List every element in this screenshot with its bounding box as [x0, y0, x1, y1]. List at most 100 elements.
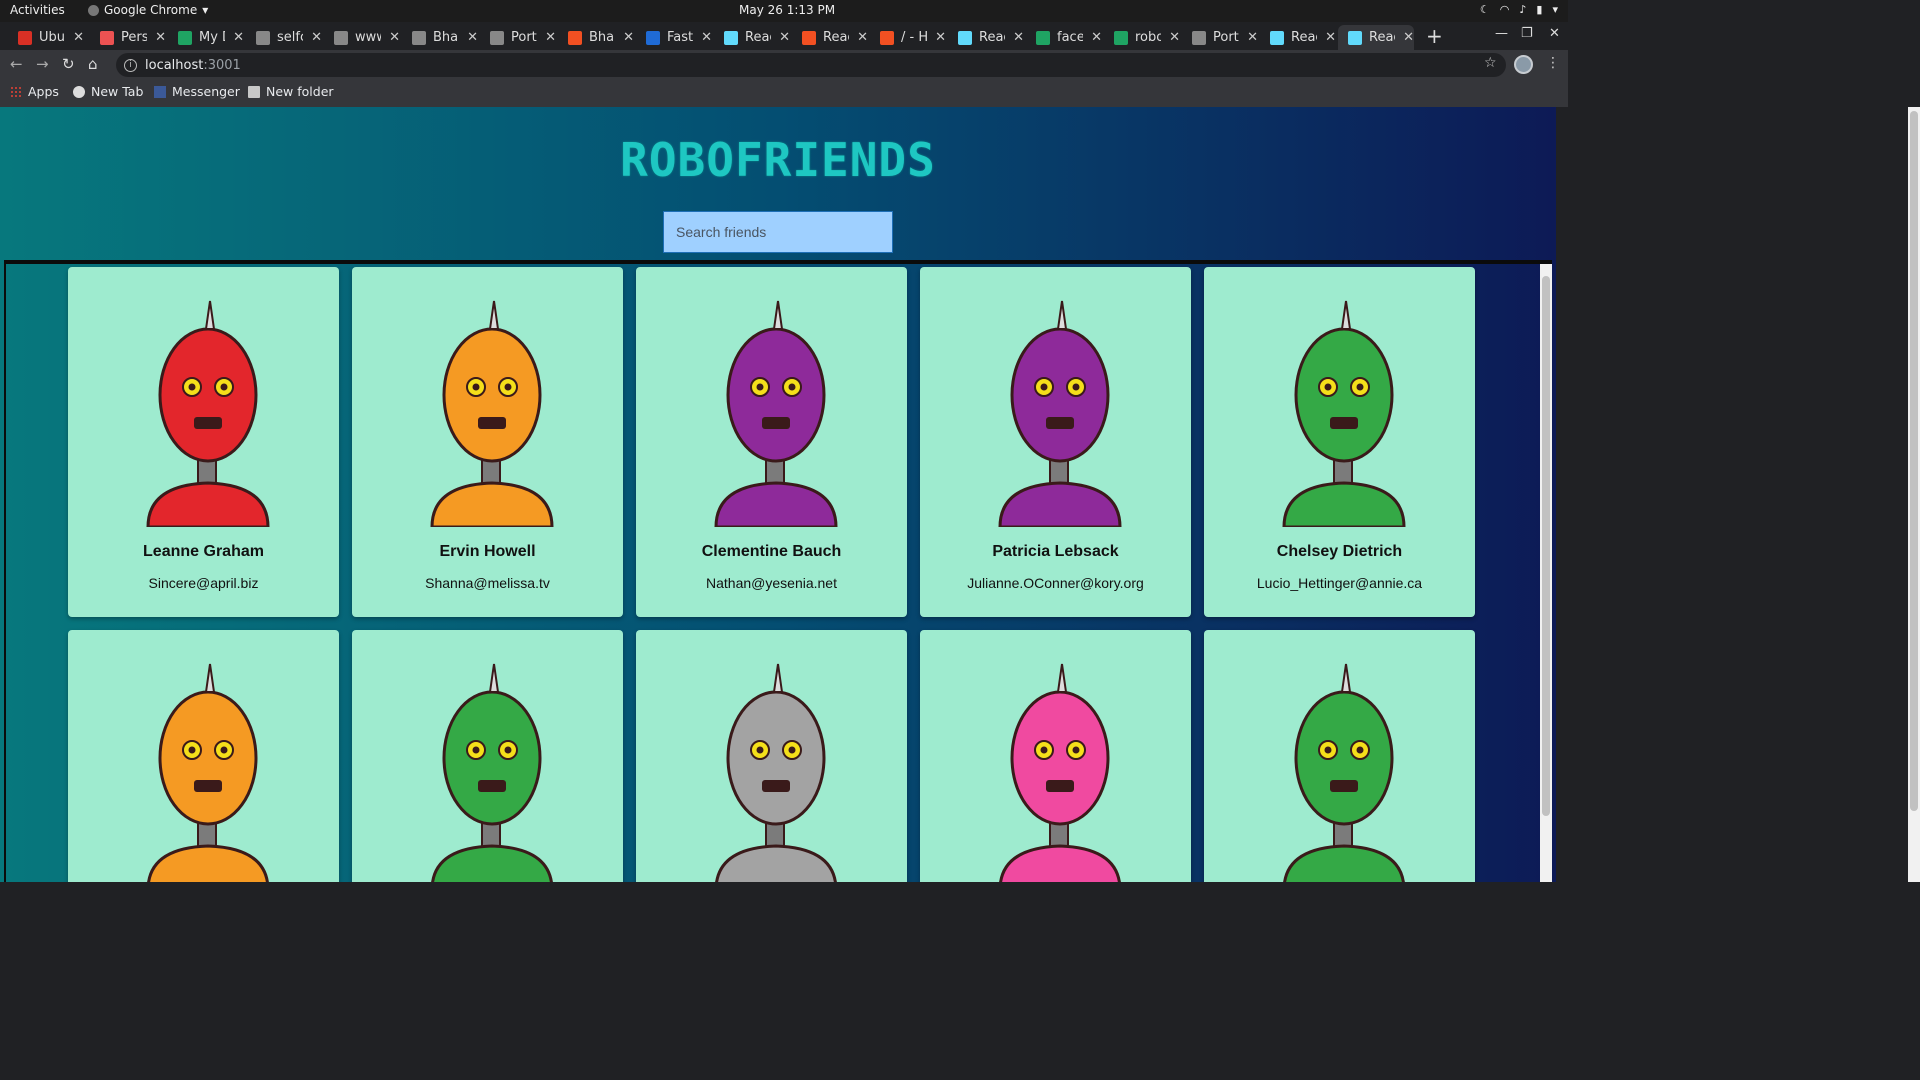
page-scrollbar-thumb[interactable] [1910, 111, 1918, 811]
tab-strip: Ubuntu✕Pers✕My D✕selfc✕www✕Bhar✕Port✕Bha… [0, 22, 1568, 50]
close-tab-icon[interactable]: ✕ [1247, 30, 1258, 45]
close-tab-icon[interactable]: ✕ [545, 30, 556, 45]
browser-tab[interactable]: Reac ✕ [714, 25, 790, 50]
browser-tab[interactable]: Reac ✕ [948, 25, 1024, 50]
back-button[interactable]: ← [10, 55, 23, 73]
robot-avatar [998, 300, 1122, 527]
app-menu[interactable]: Google Chrome ▾ [88, 3, 208, 17]
chrome-icon [88, 4, 99, 16]
close-tab-icon[interactable]: ✕ [623, 30, 634, 45]
browser-tab[interactable]: Bhar ✕ [402, 25, 478, 50]
app-menu-label: Google Chrome [104, 3, 198, 17]
restore-button[interactable]: ❐ [1521, 26, 1533, 41]
close-tab-icon[interactable]: ✕ [389, 30, 400, 45]
close-tab-icon[interactable]: ✕ [467, 30, 478, 45]
drive-icon [178, 30, 192, 45]
tab-title: Fast [667, 30, 694, 45]
more-menu-icon[interactable]: ⋮ [1546, 55, 1560, 71]
apps-grid-icon [10, 85, 22, 98]
bookmark-new-folder[interactable]: New folder [248, 84, 334, 99]
close-tab-icon[interactable]: ✕ [155, 30, 166, 45]
udemy-icon [100, 30, 114, 45]
close-tab-icon[interactable]: ✕ [311, 30, 322, 45]
browser-tab[interactable]: Bhar ✕ [558, 25, 634, 50]
browser-tab[interactable]: Port ✕ [480, 25, 556, 50]
robot-name: Clementine Bauch [701, 543, 842, 560]
robot-name: Patricia Lebsack [992, 543, 1119, 560]
robot-name: Ervin Howell [439, 543, 536, 560]
close-tab-icon[interactable]: ✕ [1013, 30, 1024, 45]
robot-card[interactable] [352, 630, 623, 882]
browser-tab[interactable]: Reac ✕ [1338, 25, 1414, 50]
browser-tab[interactable]: Reac ✕ [792, 25, 868, 50]
globe-icon [490, 30, 504, 45]
page-scrollbar[interactable] [1908, 107, 1920, 882]
robofriends-page: ROBOFRIENDS Leanne Graham Sincere@april.b… [0, 107, 1556, 882]
tab-title: Bhar [433, 30, 459, 45]
folder-icon [248, 85, 260, 98]
browser-tab[interactable]: Fast ✕ [636, 25, 712, 50]
browser-tab[interactable]: Reac ✕ [1260, 25, 1336, 50]
close-tab-icon[interactable]: ✕ [779, 30, 790, 45]
close-tab-icon[interactable]: ✕ [857, 30, 868, 45]
close-tab-icon[interactable]: ✕ [1169, 30, 1180, 45]
bookmark-label: New folder [266, 84, 334, 99]
card-list-scroll[interactable]: Leanne Graham Sincere@april.biz Ervin Howe… [4, 260, 1552, 882]
address-bar[interactable]: i localhost:3001 [116, 53, 1506, 77]
bookmark-star-icon[interactable]: ☆ [1484, 55, 1497, 71]
bookmark-messenger[interactable]: Messenger [154, 84, 240, 99]
browser-tab[interactable]: selfc ✕ [246, 25, 322, 50]
tab-title: face [1057, 30, 1084, 45]
robot-avatar [147, 663, 269, 882]
robot-card[interactable] [1204, 630, 1475, 882]
close-tab-icon[interactable]: ✕ [701, 30, 712, 45]
home-button[interactable]: ⌂ [88, 55, 98, 73]
close-tab-icon[interactable]: ✕ [73, 30, 84, 45]
f-icon [802, 30, 816, 45]
caret-down-icon: ▾ [202, 3, 209, 17]
robot-card[interactable] [920, 630, 1191, 882]
browser-tab[interactable]: Port ✕ [1182, 25, 1258, 50]
browser-tab[interactable]: Pers ✕ [90, 25, 166, 50]
inner-scrollbar[interactable] [1540, 264, 1552, 882]
forward-button[interactable]: → [36, 55, 49, 73]
system-tray[interactable]: ☾ ◠ ♪ ▮ ▾ [1480, 3, 1558, 16]
robot-name: Leanne Graham [143, 543, 264, 560]
clock[interactable]: May 26 1:13 PM [739, 3, 835, 17]
react-icon [1348, 30, 1362, 45]
robot-card[interactable]: Leanne Graham Sincere@april.biz [68, 267, 339, 617]
bookmark-new-tab[interactable]: New Tab [73, 84, 143, 99]
new-tab-button[interactable]: + [1426, 24, 1443, 48]
night-light-icon: ☾ [1479, 3, 1490, 16]
robot-card[interactable]: Chelsey Dietrich Lucio_Hettinger@annie.ca [1204, 267, 1475, 617]
inner-scrollbar-thumb[interactable] [1542, 276, 1550, 816]
browser-tab[interactable]: www ✕ [324, 25, 400, 50]
minimize-button[interactable]: — [1495, 26, 1508, 41]
activities-button[interactable]: Activities [10, 3, 65, 17]
react-icon [724, 30, 738, 45]
close-tab-icon[interactable]: ✕ [935, 30, 946, 45]
react-icon [1270, 30, 1284, 45]
browser-tab[interactable]: / - H ✕ [870, 25, 946, 50]
browser-tab[interactable]: robo ✕ [1104, 25, 1180, 50]
bookmark-apps[interactable]: Apps [10, 84, 59, 99]
drive-icon [1114, 30, 1128, 45]
site-info-icon[interactable]: i [124, 58, 137, 72]
search-input[interactable] [663, 211, 893, 253]
browser-tab[interactable]: My D ✕ [168, 25, 244, 50]
robot-card[interactable]: Clementine Bauch Nathan@yesenia.net [636, 267, 907, 617]
robot-card[interactable] [636, 630, 907, 882]
robot-card[interactable]: Ervin Howell Shanna@melissa.tv [352, 267, 623, 617]
close-tab-icon[interactable]: ✕ [233, 30, 244, 45]
browser-tab[interactable]: Ubuntu ✕ [8, 25, 84, 50]
reload-button[interactable]: ↻ [62, 55, 75, 73]
robot-card[interactable]: Patricia Lebsack Julianne.OConner@kory.or… [920, 267, 1191, 617]
browser-tab[interactable]: face ✕ [1026, 25, 1102, 50]
close-tab-icon[interactable]: ✕ [1091, 30, 1102, 45]
close-window-button[interactable]: ✕ [1549, 26, 1560, 41]
profile-avatar[interactable] [1514, 55, 1533, 74]
close-tab-icon[interactable]: ✕ [1403, 30, 1414, 45]
wifi-icon: ◠ [1499, 3, 1510, 16]
robot-card[interactable] [68, 630, 339, 882]
close-tab-icon[interactable]: ✕ [1325, 30, 1336, 45]
